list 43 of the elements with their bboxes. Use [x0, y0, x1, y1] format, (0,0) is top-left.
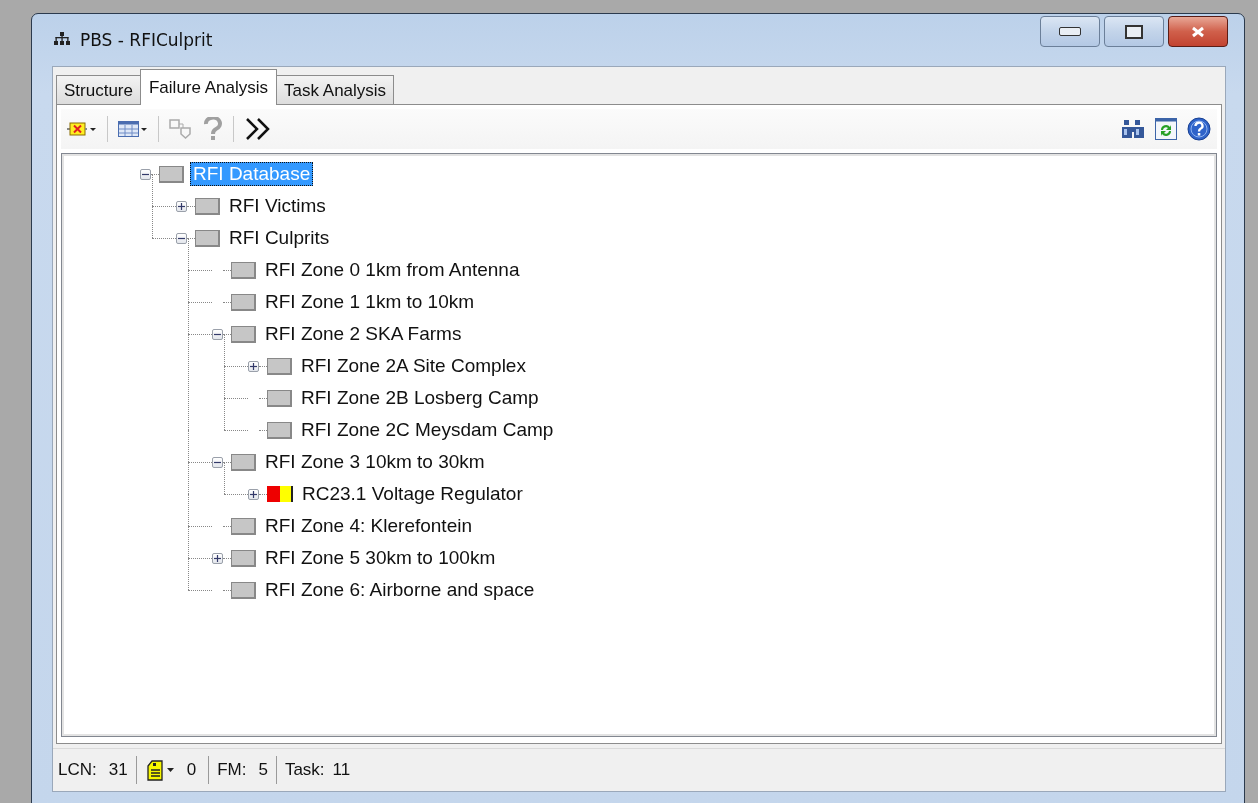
grid-view-dropdown[interactable]: [116, 119, 150, 139]
status-value: 0: [186, 760, 197, 780]
tree-item[interactable]: RFI Zone 2A Site Complex: [298, 354, 529, 378]
tab[interactable]: Structure: [56, 75, 141, 105]
refresh-icon[interactable]: [1153, 116, 1179, 142]
status-value: 11: [332, 760, 351, 780]
collapse-icon[interactable]: [212, 456, 223, 468]
window-title: PBS - RFICulprit: [80, 30, 213, 50]
collapse-icon[interactable]: [212, 328, 223, 340]
tab[interactable]: Failure Analysis: [140, 69, 278, 105]
expand-icon[interactable]: [212, 552, 223, 564]
status-label: Task:: [284, 760, 325, 780]
close-icon: [1190, 25, 1206, 38]
tree-item[interactable]: RFI Zone 4: Klerefontein: [262, 514, 475, 538]
collapse-icon[interactable]: [140, 168, 151, 180]
collapse-icon[interactable]: [176, 232, 187, 244]
minimize-button[interactable]: [1040, 16, 1100, 47]
tree-item[interactable]: RFI Zone 1 1km to 10km: [262, 290, 478, 314]
expand-icon[interactable]: [248, 360, 259, 372]
expand-icon[interactable]: [176, 200, 187, 212]
tree-item[interactable]: RFI Victims: [226, 194, 329, 218]
tree-item[interactable]: RFI Culprits: [226, 226, 333, 250]
status-label: FM:: [217, 760, 247, 780]
status-label: LCN:: [58, 760, 97, 780]
delete-node-dropdown[interactable]: [65, 120, 99, 138]
tree-item[interactable]: RFI Zone 0 1km from Antenna: [262, 258, 523, 282]
expand-icon[interactable]: [248, 488, 259, 500]
tree-item[interactable]: RFI Zone 5 30km to 100km: [262, 546, 499, 570]
close-button[interactable]: [1168, 16, 1228, 47]
binoculars-icon[interactable]: [1119, 117, 1147, 141]
status-icon: [267, 486, 293, 502]
tree-item[interactable]: RFI Zone 2C Meysdam Camp: [298, 418, 557, 442]
status-value: 5: [258, 760, 268, 780]
tree-item[interactable]: RFI Zone 2 SKA Farms: [262, 322, 465, 346]
tree-item[interactable]: RC23.1 Voltage Regulator: [299, 482, 526, 506]
status-value: 31: [108, 760, 128, 780]
tree-item[interactable]: RFI Zone 3 10km to 30km: [262, 450, 488, 474]
maximize-button[interactable]: [1104, 16, 1164, 47]
tree-item[interactable]: RFI Zone 2B Losberg Camp: [298, 386, 542, 410]
tree-item[interactable]: RFI Zone 6: Airborne and space: [262, 578, 538, 602]
hierarchy-icon: [52, 32, 72, 46]
help-icon[interactable]: [1185, 115, 1213, 143]
tab[interactable]: Task Analysis: [276, 75, 395, 105]
